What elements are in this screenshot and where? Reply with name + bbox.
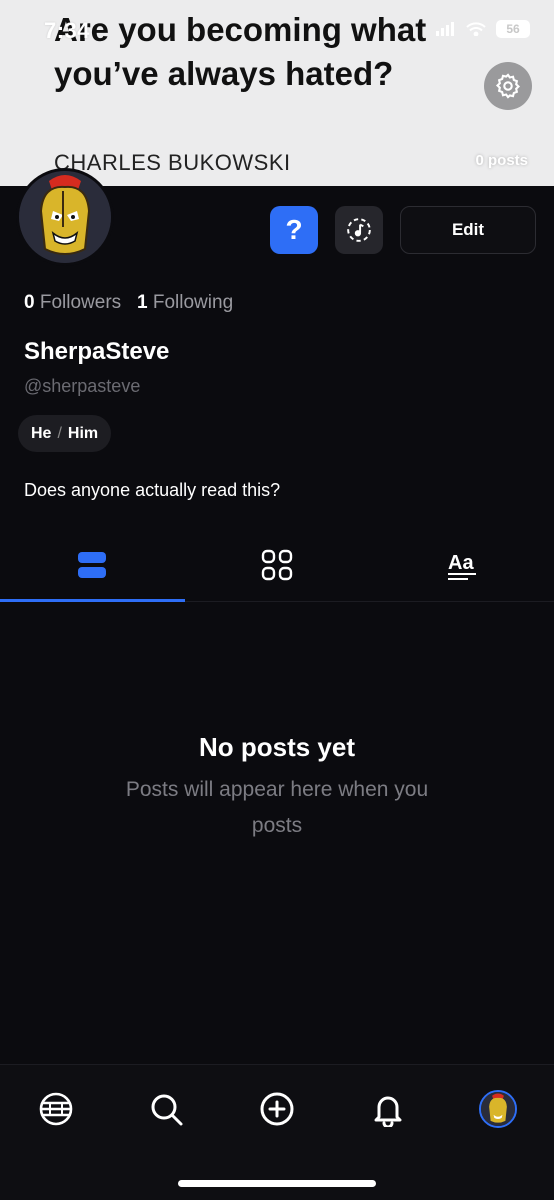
pronoun-him: Him <box>67 424 99 442</box>
pronoun-he: He <box>31 424 52 442</box>
tab-grid[interactable] <box>185 528 370 601</box>
profile-bio: Does anyone actually read this? <box>24 480 281 500</box>
signal-icon <box>436 22 454 36</box>
pronouns-badge: He / Him <box>18 415 112 452</box>
spartan-avatar-icon <box>19 171 111 263</box>
nav-profile[interactable] <box>476 1087 520 1131</box>
nav-avatar <box>479 1090 517 1128</box>
bell-icon <box>374 1096 402 1127</box>
following-label: Following <box>152 292 234 313</box>
profile-avatar[interactable] <box>16 168 114 266</box>
home-indicator <box>178 1180 376 1187</box>
music-note-icon <box>347 218 371 242</box>
add-icon <box>260 1092 294 1126</box>
settings-button[interactable] <box>484 62 532 110</box>
posts-count: 0 posts <box>475 152 528 169</box>
svg-text:Aa: Aa <box>448 552 474 574</box>
empty-state-title: No posts yet <box>198 732 356 762</box>
grid-icon <box>261 549 293 580</box>
text-icon: Aa <box>447 552 476 580</box>
posts-list-icon <box>78 551 107 578</box>
pronoun-separator: / <box>57 424 62 442</box>
tab-posts[interactable] <box>0 528 185 602</box>
search-icon <box>151 1094 183 1126</box>
nav-search[interactable] <box>144 1087 188 1131</box>
music-button[interactable] <box>335 206 383 254</box>
wifi-icon <box>466 22 486 36</box>
display-name: SherpaSteve <box>24 338 170 365</box>
status-time: 7:34 <box>44 18 91 43</box>
followers-link[interactable]: 0 Followers <box>24 292 121 313</box>
gear-icon <box>495 73 521 99</box>
banner-author: CHARLES BUKOWSKI <box>54 150 291 175</box>
profile-tabs: Aa <box>0 528 554 602</box>
home-icon <box>39 1092 73 1126</box>
followers-label: Followers <box>39 292 122 313</box>
battery-indicator: 56 <box>496 20 530 38</box>
followers-count: 0 <box>24 292 35 313</box>
following-count: 1 <box>137 292 148 313</box>
status-indicators: 56 <box>436 20 530 38</box>
help-button[interactable]: ? <box>270 206 318 254</box>
following-link[interactable]: 1 Following <box>137 292 233 313</box>
nav-home[interactable] <box>34 1087 78 1131</box>
nav-notifications[interactable] <box>366 1087 410 1131</box>
nav-create[interactable] <box>255 1087 299 1131</box>
follow-stats: 0 Followers 1 Following <box>24 292 233 314</box>
spartan-avatar-small-icon <box>481 1092 515 1126</box>
banner-quote: Are you becoming what you’ve always hate… <box>54 11 427 92</box>
empty-state-subtitle: Posts will appear here when you posts <box>125 778 429 837</box>
edit-profile-button[interactable]: Edit <box>400 206 536 254</box>
tab-text[interactable]: Aa <box>369 528 554 601</box>
user-handle: @sherpasteve <box>24 376 141 396</box>
